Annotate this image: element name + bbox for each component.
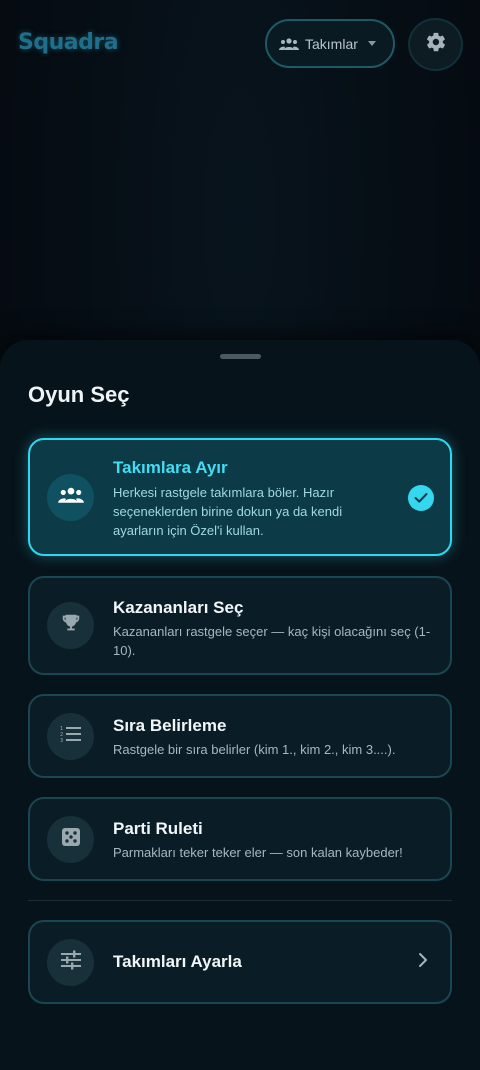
game-picker-sheet: Oyun Seç Takımlara Ayır Herkesi rastgele… xyxy=(0,340,480,1070)
app-logo: Squadra xyxy=(18,30,119,55)
sheet-drag-handle[interactable] xyxy=(220,354,261,359)
option-icon-circle xyxy=(47,602,94,649)
option-title: Parti Ruleti xyxy=(113,819,203,838)
group-icon xyxy=(57,486,84,509)
sheet-title: Oyun Seç xyxy=(28,382,130,407)
option-title: Sıra Belirleme xyxy=(113,716,227,735)
trophy-icon xyxy=(60,612,82,639)
selected-check-icon xyxy=(408,485,434,511)
numbered-list-icon: 1 2 3 xyxy=(60,724,82,749)
svg-text:3: 3 xyxy=(60,738,63,744)
option-card-teams[interactable]: Takımlara Ayır Herkesi rastgele takımlar… xyxy=(28,438,452,556)
option-title: Takımlara Ayır xyxy=(113,458,228,477)
group-icon xyxy=(279,36,299,52)
option-icon-circle xyxy=(47,816,94,863)
option-title: Kazananları Seç xyxy=(113,598,244,617)
option-description: Parmakları teker teker eler — son kalan … xyxy=(113,845,403,860)
gear-icon xyxy=(425,31,447,58)
top-bar: Squadra Takımlar xyxy=(0,18,480,72)
configure-teams-label: Takımları Ayarla xyxy=(113,952,242,971)
option-icon-circle: 1 2 3 xyxy=(47,713,94,760)
dice-icon xyxy=(61,827,81,852)
section-divider xyxy=(28,900,452,901)
dropdown-caret-icon xyxy=(367,41,376,46)
option-description: Kazananları rastgele seçer — kaç kişi ol… xyxy=(113,624,431,658)
settings-button[interactable] xyxy=(408,18,463,71)
app-screen: Squadra Takımlar Oyun Seç Takımlara Ayır… xyxy=(0,0,480,1070)
tune-icon xyxy=(60,950,82,975)
mode-selector-label: Takımlar xyxy=(305,35,358,52)
option-description: Rastgele bir sıra belirler (kim 1., kim … xyxy=(113,742,396,757)
option-card-order[interactable]: 1 2 3 Sıra Belirleme Rastgele bir sıra b… xyxy=(28,694,452,778)
option-icon-circle xyxy=(47,939,94,986)
configure-teams-button[interactable]: Takımları Ayarla xyxy=(28,920,452,1004)
mode-selector-button[interactable]: Takımlar xyxy=(265,19,395,68)
option-icon-circle xyxy=(47,474,94,521)
option-card-roulette[interactable]: Parti Ruleti Parmakları teker teker eler… xyxy=(28,797,452,881)
option-card-winners[interactable]: Kazananları Seç Kazananları rastgele seç… xyxy=(28,576,452,675)
option-description: Herkesi rastgele takımlara böler. Hazır … xyxy=(113,485,343,538)
chevron-right-icon xyxy=(418,952,428,973)
